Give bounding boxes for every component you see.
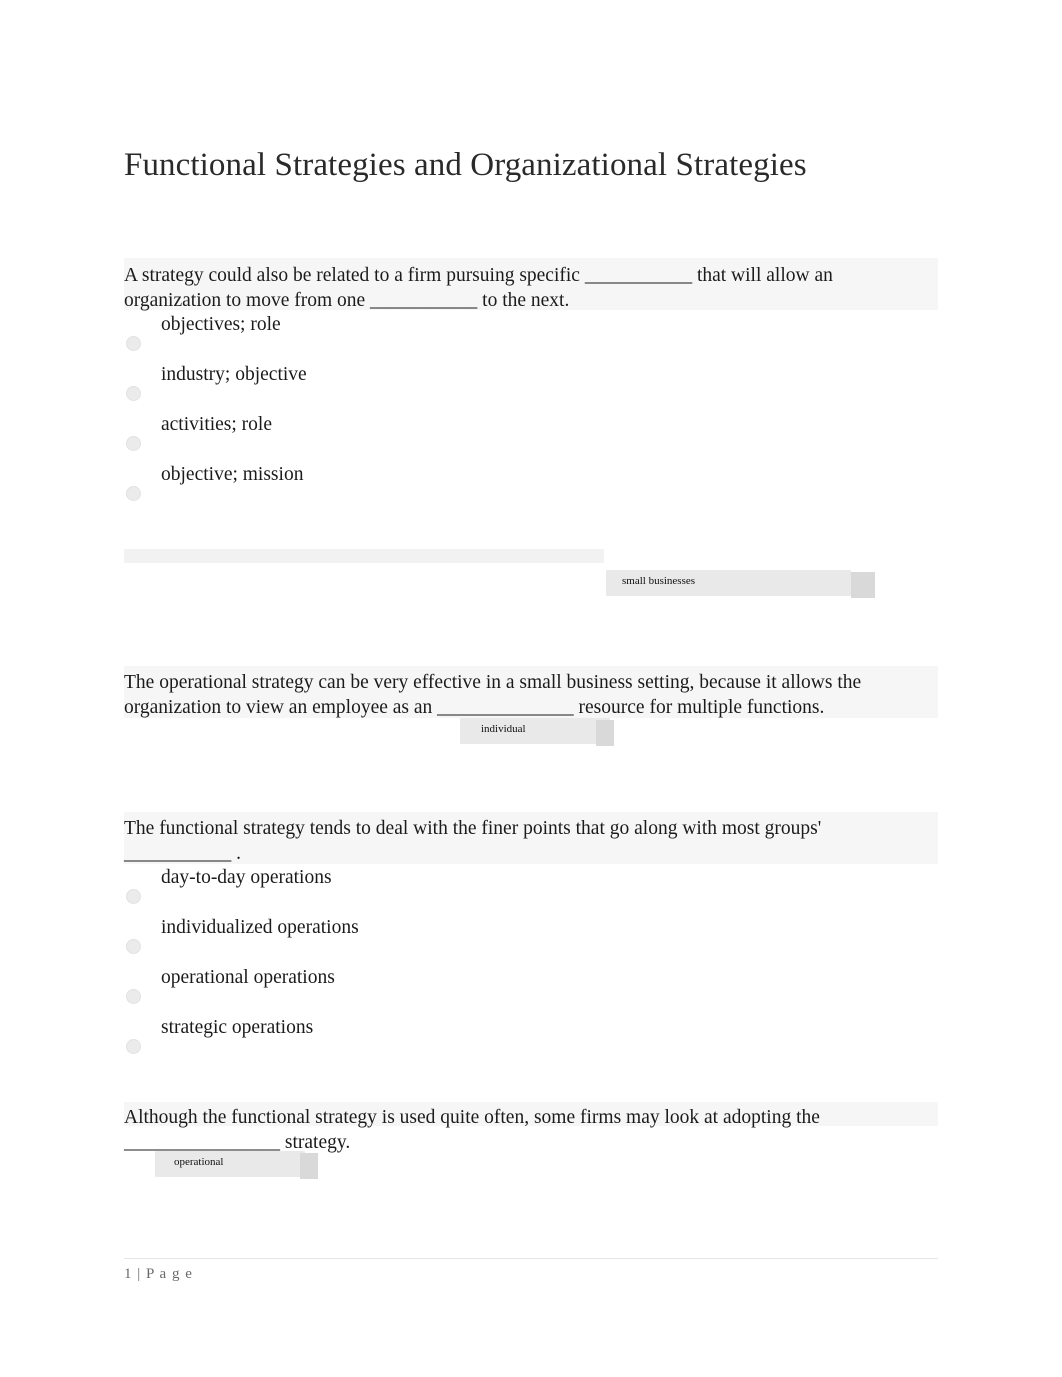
question-3-option-4-radio[interactable] xyxy=(126,1039,141,1054)
answer-chip-2-label: individual xyxy=(481,723,526,735)
answer-chip-3-label: operational xyxy=(174,1156,224,1168)
question-1-option-2-radio[interactable] xyxy=(126,386,141,401)
answer-chip-1-box xyxy=(851,572,875,598)
obscured-question-line xyxy=(124,549,604,563)
question-3-option-4-label: strategic operations xyxy=(161,1017,314,1038)
question-1-option-4-label: objective; mission xyxy=(161,464,304,485)
question-1-option-3-label: activities; role xyxy=(161,414,273,435)
answer-chip-1-label: small businesses xyxy=(622,575,696,587)
question-3-option-3-label: operational operations xyxy=(161,967,335,988)
document-page: Functional Strategies and Organizational… xyxy=(0,0,1062,1377)
question-2-text: The operational strategy can be very eff… xyxy=(124,672,862,718)
question-1-option-1-label: objectives; role xyxy=(161,314,281,335)
answer-chip-2-box xyxy=(596,720,614,746)
question-3-option-3-radio[interactable] xyxy=(126,989,141,1004)
answer-chip-3-box xyxy=(300,1153,318,1179)
question-1-option-3-radio[interactable] xyxy=(126,436,141,451)
page-title: Functional Strategies and Organizational… xyxy=(124,147,807,184)
question-1-text: A strategy could also be related to a fi… xyxy=(124,265,833,311)
question-3-option-2-label: individualized operations xyxy=(161,917,359,938)
footer-divider xyxy=(124,1258,938,1259)
question-1-option-4-radio[interactable] xyxy=(126,486,141,501)
question-4-text: Although the functional strategy is used… xyxy=(124,1107,820,1153)
question-3-option-1-label: day-to-day operations xyxy=(161,867,332,888)
question-3-text: The functional strategy tends to deal wi… xyxy=(124,818,822,864)
question-1-option-1-radio[interactable] xyxy=(126,336,141,351)
page-footer: 1 | P a g e xyxy=(124,1266,193,1282)
question-3-option-2-radio[interactable] xyxy=(126,939,141,954)
question-1-option-2-label: industry; objective xyxy=(161,364,307,385)
question-3-option-1-radio[interactable] xyxy=(126,889,141,904)
